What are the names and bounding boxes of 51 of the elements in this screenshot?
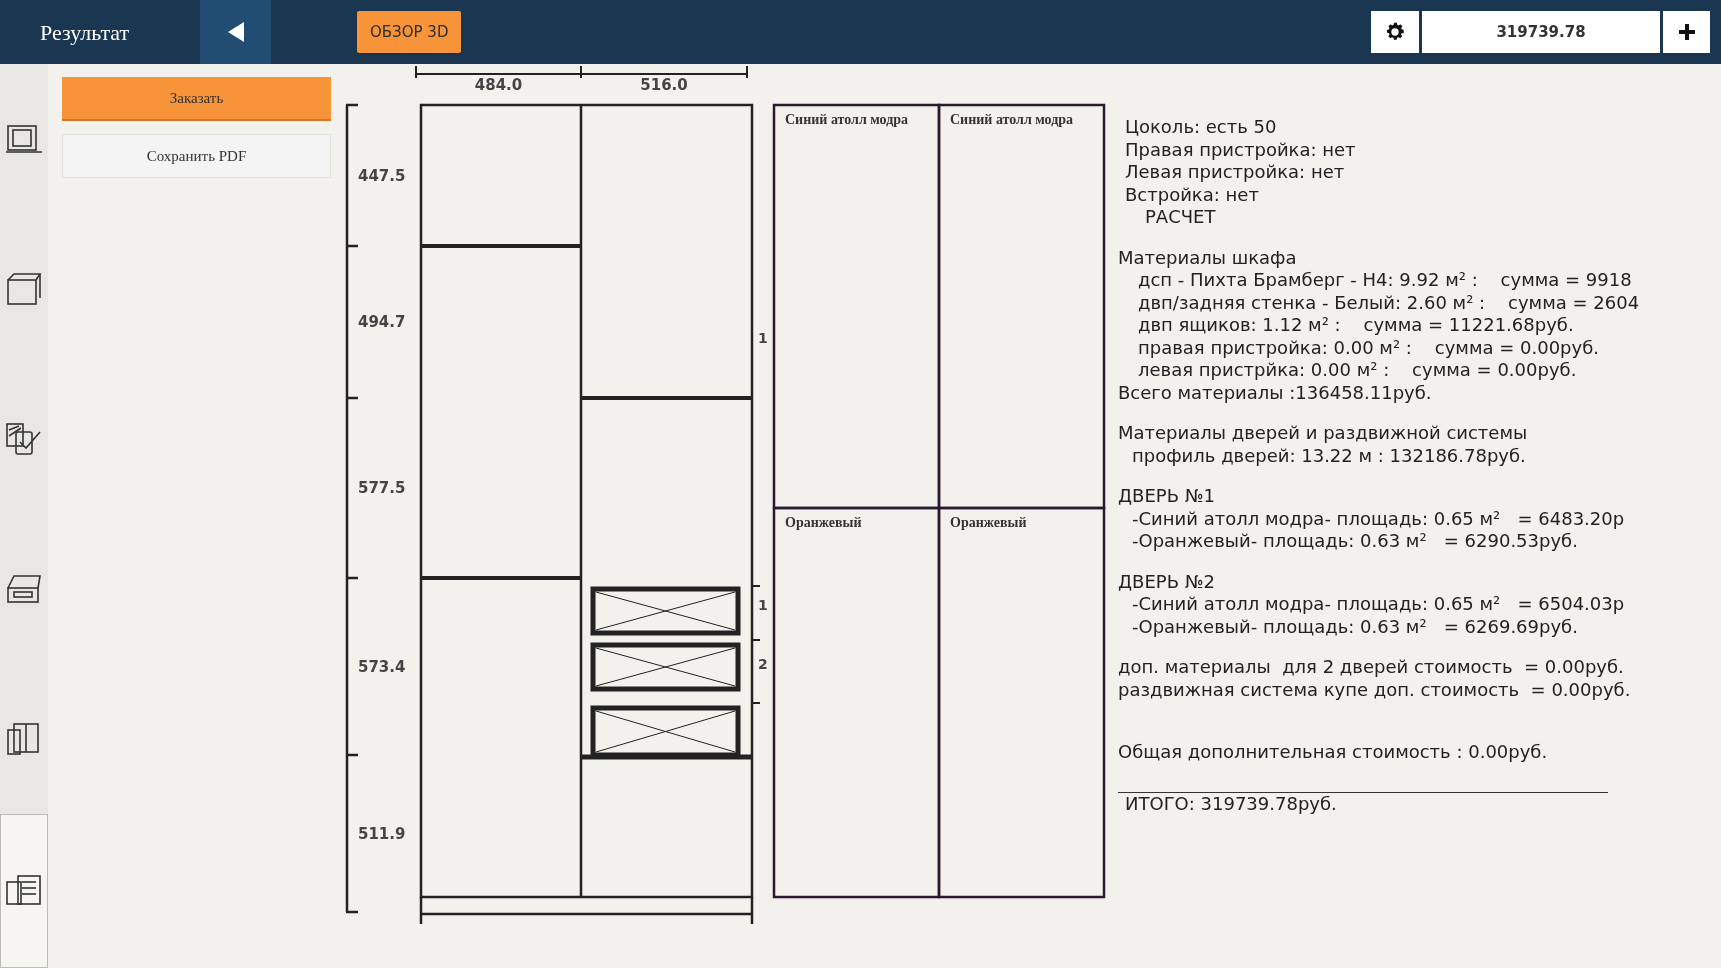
door-panel-label: Синий атолл модра <box>950 112 1074 127</box>
height-label: 494.7 <box>358 313 406 331</box>
dimension-label: 1 <box>758 330 768 346</box>
summary-line: РАСЧЕТ <box>1145 206 1216 227</box>
box-icon <box>4 270 44 308</box>
summary-line: левая пристрйка: 0.00 м² : сумма = 0.00руб. <box>1138 359 1577 380</box>
summary-line: Материалы дверей и раздвижной системы <box>1118 422 1528 443</box>
summary-line: двп/задняя стенка - Белый: 2.60 м² : сумма = 2604 <box>1138 291 1640 313</box>
summary-line: Общая дополнительная стоимость : 0.00руб. <box>1118 741 1548 762</box>
summary-line: Материалы шкафа <box>1118 246 1297 268</box>
width-label: 484.0 <box>474 76 523 94</box>
height-label: 447.5 <box>358 166 406 185</box>
dimension-label: 2 <box>758 656 768 672</box>
grand-total: ИТОГО: 319739.78руб. <box>1125 792 1337 814</box>
sidebar-tab[interactable] <box>0 814 48 968</box>
door-panel-label: Оранжевый <box>785 515 862 530</box>
total-field: 319739.78 <box>1422 11 1660 53</box>
summary-line: Правая пристройка: нет <box>1125 138 1356 160</box>
summary-line: Цоколь: есть 50 <box>1125 116 1277 137</box>
summary-line: профиль дверей: 13.22 м : 132186.78руб. <box>1132 444 1526 466</box>
settings-icon <box>1384 21 1406 43</box>
summary-line: ДВЕРЬ №2 <box>1118 570 1215 592</box>
save-pdf-button[interactable]: Сохранить PDF <box>62 134 331 178</box>
summary-line: дсп - Пихта Брамберг - Н4: 9.92 м² : сумма = 9918 <box>1138 269 1632 290</box>
summary-line: двп ящиков: 1.12 м² : сумма = 11221.68руб. <box>1138 314 1574 335</box>
summary-line: правая пристройка: 0.00 м² : сумма = 0.00руб. <box>1138 336 1600 358</box>
back-button[interactable] <box>200 0 271 64</box>
summary-line: -Оранжевый- площадь: 0.63 м² = 6269.69руб. <box>1132 615 1578 637</box>
summary-line: Левая пристройка: нет <box>1125 161 1345 182</box>
door-panel-label: Оранжевый <box>950 515 1027 530</box>
height-label: 573.4 <box>358 657 406 676</box>
settings-button[interactable] <box>1371 11 1419 53</box>
summary-line: Встройка: нет <box>1125 183 1259 205</box>
add-button[interactable] <box>1663 11 1710 53</box>
summary-line: -Синий атолл модра- площадь: 0.65 м² = 6504.03р <box>1132 593 1625 614</box>
height-label: 577.5 <box>358 479 406 497</box>
door-panel-label: Синий атолл модра <box>785 112 909 127</box>
summary-line: раздвижная система купе доп. стоимость = 0.00руб. <box>1118 678 1631 700</box>
view-3d-button[interactable]: ОБЗОР 3D <box>357 11 462 53</box>
summary-line: доп. материалы для 2 дверей стоимость = 0.00руб. <box>1118 656 1624 677</box>
height-label: 511.9 <box>358 824 406 843</box>
summary-line: -Оранжевый- площадь: 0.63 м² = 6290.53руб. <box>1132 530 1578 551</box>
check-document-icon <box>4 420 44 458</box>
dimension-label: 1 <box>758 597 768 613</box>
width-label: 516.0 <box>640 76 688 94</box>
summary-line: -Синий атолл модра- площадь: 0.65 м² = 6483.20р <box>1132 507 1625 529</box>
page-title: Результат <box>39 18 131 47</box>
order-button[interactable]: Заказать <box>62 77 331 121</box>
plus-icon <box>1678 24 1695 40</box>
summary-line: Всего материалы :136458.11руб. <box>1118 381 1432 403</box>
summary-line: ДВЕРЬ №1 <box>1118 485 1215 506</box>
